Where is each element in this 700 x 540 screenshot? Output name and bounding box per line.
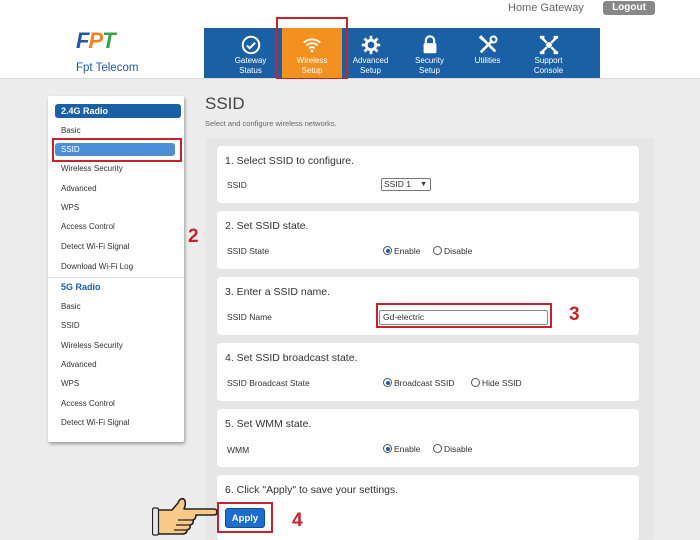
radio-dot — [433, 444, 442, 453]
sidebar-item-wireless-security-24[interactable]: Wireless Security — [61, 164, 123, 173]
highlight-ssid-menu — [52, 138, 182, 162]
sidebar-header-5g: 5G Radio — [61, 282, 101, 292]
sidebar-divider — [48, 277, 184, 278]
broadcast-state-label: SSID Broadcast State — [227, 378, 310, 388]
nav-utilities[interactable]: Utilities — [459, 28, 516, 78]
sidebar-item-access-control-24[interactable]: Access Control — [61, 222, 115, 231]
sidebar-header-24g: 2.4G Radio — [55, 104, 181, 118]
ssid-name-label: SSID Name — [227, 312, 272, 322]
sidebar-item-basic-24[interactable]: Basic — [61, 126, 81, 135]
sidebar-item-detect-wifi-24[interactable]: Detect Wi-Fi Signal — [61, 242, 129, 251]
sidebar-item-download-log-24[interactable]: Download Wi-Fi Log — [61, 262, 133, 271]
page-subtitle: Select and configure wireless networks. — [205, 119, 337, 128]
radio-ssid-enable[interactable]: Enable — [383, 246, 420, 256]
gear-icon — [361, 35, 380, 55]
card-title: 6. Click "Apply" to save your settings. — [225, 484, 399, 496]
tools-icon — [478, 35, 498, 54]
card-wmm-state: 5. Set WMM state. WMM Enable Disable — [217, 409, 639, 467]
sidebar-item-wireless-security-5[interactable]: Wireless Security — [61, 341, 123, 350]
home-gateway-label: Home Gateway — [508, 2, 584, 14]
annotation-number-3: 3 — [569, 304, 580, 325]
fpt-logo: FPT Fpt Telecom — [76, 28, 139, 74]
card-title: 2. Set SSID state. — [225, 220, 309, 232]
sidebar-item-wps-24[interactable]: WPS — [61, 203, 79, 212]
ssid-state-label: SSID State — [227, 246, 270, 256]
card-title: 3. Enter a SSID name. — [225, 286, 331, 298]
radio-broadcast-ssid[interactable]: Broadcast SSID — [383, 378, 454, 388]
highlight-wireless-tab — [276, 17, 348, 80]
ssid-label: SSID — [227, 180, 247, 190]
card-title: 4. Set SSID broadcast state. — [225, 352, 358, 364]
sidebar-item-detect-wifi-5[interactable]: Detect Wi-Fi Signal — [61, 418, 129, 427]
card-broadcast-state: 4. Set SSID broadcast state. SSID Broadc… — [217, 343, 639, 401]
annotation-number-4: 4 — [292, 510, 303, 531]
sidebar-item-basic-5[interactable]: Basic — [61, 302, 81, 311]
radio-ssid-disable[interactable]: Disable — [433, 246, 472, 256]
brand-subtitle: Fpt Telecom — [76, 62, 139, 74]
main-nav: Gateway Status Wireless Setup Advanced Setu… — [204, 28, 600, 78]
nav-security-setup[interactable]: Security Setup — [401, 28, 458, 78]
card-ssid-state: 2. Set SSID state. SSID State Enable Dis… — [217, 211, 639, 269]
page-title: SSID — [205, 94, 245, 113]
sidebar-item-advanced-24[interactable]: Advanced — [61, 184, 97, 193]
highlight-ssid-name — [376, 303, 552, 328]
sidebar-item-advanced-5[interactable]: Advanced — [61, 360, 97, 369]
nav-gateway-status[interactable]: Gateway Status — [222, 28, 279, 78]
card-apply: 6. Click "Apply" to save your settings. — [217, 475, 639, 540]
radio-dot — [383, 378, 392, 387]
radio-wmm-disable[interactable]: Disable — [433, 444, 472, 454]
card-title: 5. Set WMM state. — [225, 418, 312, 430]
nav-support-console[interactable]: Support Console — [520, 28, 577, 78]
card-title: 1. Select SSID to configure. — [225, 155, 354, 167]
card-select-ssid: 1. Select SSID to configure. SSID SSID 1… — [217, 146, 639, 203]
radio-dot — [433, 246, 442, 255]
nav-advanced-setup[interactable]: Advanced Setup — [342, 28, 399, 78]
check-circle-icon — [241, 35, 260, 55]
radio-dot — [471, 378, 480, 387]
highlight-apply-button — [217, 502, 273, 533]
lock-icon — [423, 35, 436, 54]
wmm-label: WMM — [227, 445, 250, 455]
chevron-down-icon: ▼ — [420, 181, 427, 188]
sidebar-item-wps-5[interactable]: WPS — [61, 379, 79, 388]
radio-hide-ssid[interactable]: Hide SSID — [471, 378, 522, 388]
sidebar-item-access-control-5[interactable]: Access Control — [61, 399, 115, 408]
annotation-number-2: 2 — [188, 226, 199, 247]
support-icon — [539, 35, 558, 55]
sidebar-item-ssid-5[interactable]: SSID — [61, 321, 80, 330]
pointing-hand-icon — [152, 497, 218, 536]
radio-wmm-enable[interactable]: Enable — [383, 444, 420, 454]
logout-button[interactable]: Logout — [603, 1, 655, 15]
radio-dot — [383, 246, 392, 255]
ssid-select[interactable]: SSID 1 ▼ — [381, 178, 431, 191]
radio-dot — [383, 444, 392, 453]
